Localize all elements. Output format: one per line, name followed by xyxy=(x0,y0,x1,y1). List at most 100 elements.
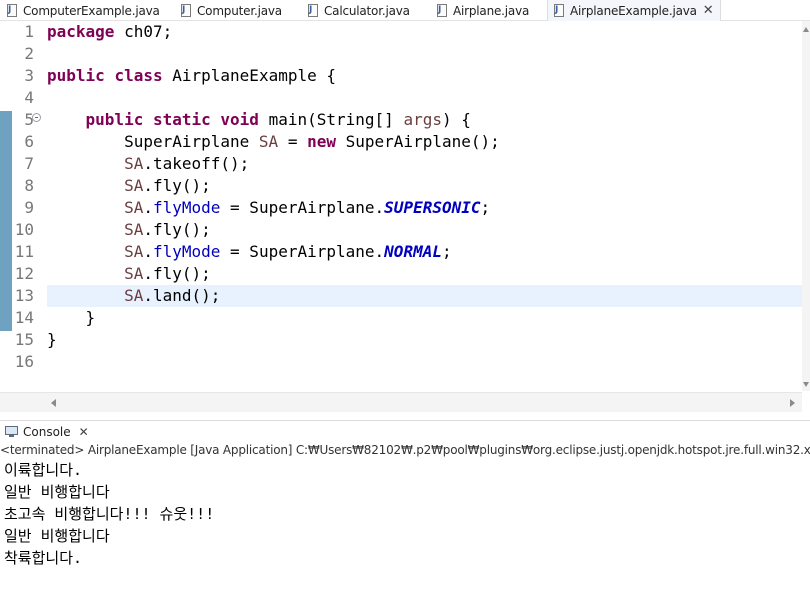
code-line[interactable]: SA.fly(); xyxy=(47,175,211,197)
code-line[interactable]: SA.takeoff(); xyxy=(47,153,249,175)
variable-token: SA xyxy=(124,264,144,283)
line-number: 8 xyxy=(24,176,34,195)
editor-vertical-scrollbar[interactable] xyxy=(802,21,810,391)
change-ruler xyxy=(0,111,12,133)
keyword-token: class xyxy=(114,66,163,85)
console-output-line: 이륙합니다. xyxy=(4,461,83,479)
scroll-left-arrow-icon[interactable] xyxy=(51,399,56,407)
scroll-right-arrow-icon[interactable] xyxy=(790,399,795,407)
keyword-token: public xyxy=(47,66,105,85)
code-token: = SuperAirplane. xyxy=(220,198,385,217)
code-line[interactable]: SA.flyMode = SuperAirplane.NORMAL; xyxy=(47,241,452,263)
code-line[interactable]: SA.land(); xyxy=(47,285,220,307)
code-line[interactable]: public class AirplaneExample { xyxy=(47,65,336,87)
editor-horizontal-scrollbar[interactable] xyxy=(0,392,802,412)
java-file-icon: J xyxy=(180,3,192,18)
line-number: 15 xyxy=(14,330,34,349)
editor-tab[interactable]: J Computer.java xyxy=(180,0,282,21)
editor-tab-label: Computer.java xyxy=(197,3,282,18)
console-output-line: 일반 비행합니다 xyxy=(4,483,110,501)
editor-tab-label: Calculator.java xyxy=(324,3,410,18)
keyword-token: static xyxy=(152,110,211,129)
code-token: = SuperAirplane. xyxy=(220,242,385,261)
code-line[interactable]: } xyxy=(47,329,57,351)
code-token: main(String[] xyxy=(258,110,404,129)
editor-tab-label: Airplane.java xyxy=(453,3,530,18)
code-token: . xyxy=(143,242,153,261)
console-output-line: 초고속 비행합니다!!! 슈웃!!! xyxy=(4,505,215,523)
editor-tab[interactable]: J AirplaneExample.java ✕ xyxy=(547,0,721,21)
console-process-header: <terminated> AirplaneExample [Java Appli… xyxy=(0,443,810,457)
editor-tab[interactable]: J ComputerExample.java xyxy=(6,0,160,21)
editor-tab[interactable]: J Airplane.java xyxy=(436,0,529,21)
java-file-icon: J xyxy=(6,3,18,18)
line-number: 9 xyxy=(24,198,34,217)
code-line[interactable]: public static void main(String[] args) { xyxy=(47,109,471,131)
code-token: . xyxy=(143,198,153,217)
code-token: ; xyxy=(441,242,452,261)
console-output[interactable]: 이륙합니다. 일반 비행합니다 초고속 비행합니다!!! 슈웃!!! 일반 비행합니다… xyxy=(0,459,810,594)
code-token: SuperAirplane xyxy=(47,132,259,151)
line-number: 7 xyxy=(24,154,34,173)
code-line[interactable]: SA.fly(); xyxy=(47,219,211,241)
editor-tab-label: AirplaneExample.java xyxy=(570,3,697,18)
keyword-token: public xyxy=(85,110,144,129)
keyword-token: new xyxy=(307,132,336,151)
close-icon[interactable]: ✕ xyxy=(79,426,89,438)
code-line[interactable]: SA.fly(); xyxy=(47,263,211,285)
code-line[interactable]: SA.flyMode = SuperAirplane.SUPERSONIC; xyxy=(47,197,490,219)
line-number: 4 xyxy=(24,88,34,107)
variable-token: SA xyxy=(124,154,144,173)
console-monitor-icon xyxy=(5,426,18,438)
console-output-line: 착륙합니다. xyxy=(4,549,83,567)
code-line[interactable]: package ch07; xyxy=(47,21,172,43)
static-constant-token: NORMAL xyxy=(384,242,442,261)
line-number: 1 xyxy=(24,22,34,41)
field-token: flyMode xyxy=(152,198,221,217)
java-file-icon: J xyxy=(436,3,448,18)
console-tab-label: Console xyxy=(23,425,71,439)
variable-token: args xyxy=(403,110,442,129)
line-number: 5 xyxy=(24,110,34,129)
editor-tab-label: ComputerExample.java xyxy=(23,3,160,18)
change-ruler xyxy=(0,133,12,331)
variable-token: SA xyxy=(124,220,144,239)
variable-token: SA xyxy=(124,176,144,195)
java-file-icon: J xyxy=(553,3,565,18)
code-token: .fly(); xyxy=(143,220,211,239)
line-number: 3 xyxy=(24,66,34,85)
keyword-token: void xyxy=(220,110,259,129)
close-icon[interactable]: ✕ xyxy=(703,4,714,17)
scroll-down-arrow-icon[interactable] xyxy=(803,382,809,387)
editor-tab-bar: J ComputerExample.java J Computer.java J Calc… xyxy=(0,0,810,21)
variable-token: SA xyxy=(124,242,144,261)
code-token: = xyxy=(278,132,308,151)
code-line[interactable]: SuperAirplane SA = new SuperAirplane(); xyxy=(47,131,500,153)
editor-tab[interactable]: J Calculator.java xyxy=(307,0,410,21)
variable-token: SA xyxy=(258,132,279,151)
code-token: } xyxy=(47,308,96,327)
code-token: .land(); xyxy=(143,286,221,305)
tab-console[interactable]: Console ✕ xyxy=(0,421,89,443)
console-output-line: 일반 비행합니다 xyxy=(4,527,110,545)
code-token: ; xyxy=(480,198,491,217)
console-view-tab-bar: Console ✕ xyxy=(0,420,810,442)
code-line[interactable]: } xyxy=(47,307,96,329)
line-number: 16 xyxy=(14,352,34,371)
java-file-icon: J xyxy=(307,3,319,18)
code-editor[interactable]: 1 package ch07; 2 3 public class AirplaneExa… xyxy=(0,21,810,412)
scroll-up-arrow-icon[interactable] xyxy=(803,27,809,32)
code-token: ch07; xyxy=(114,22,173,41)
line-number: 2 xyxy=(24,44,34,63)
line-number: 11 xyxy=(14,242,34,261)
variable-token: SA xyxy=(124,198,144,217)
code-token: .fly(); xyxy=(143,176,211,195)
line-number: 10 xyxy=(14,220,34,239)
